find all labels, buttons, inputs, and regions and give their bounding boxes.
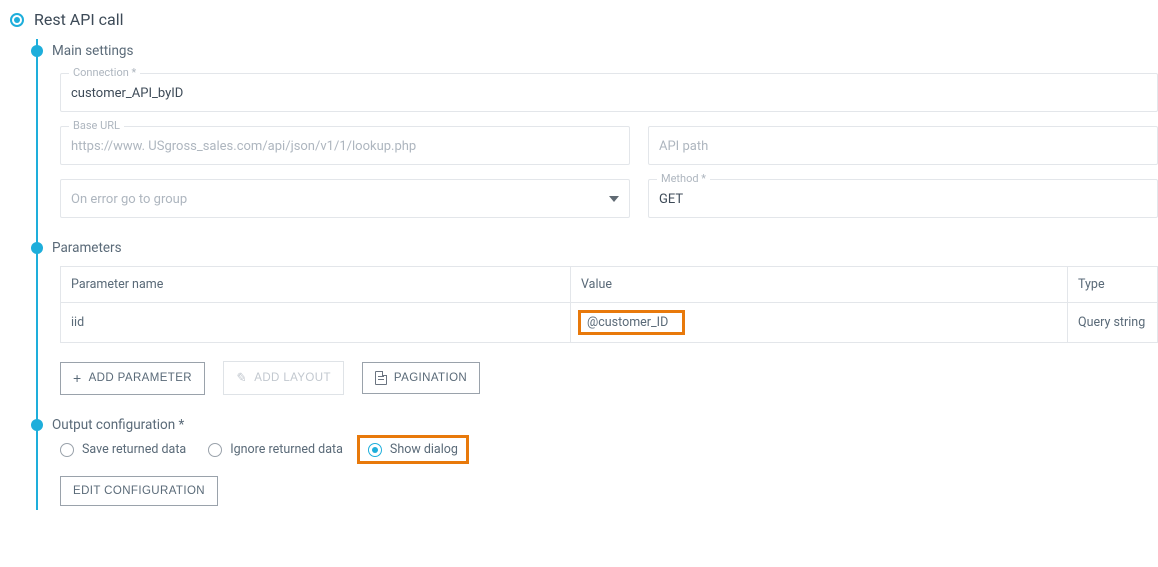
page-title: Rest API call xyxy=(34,10,124,29)
radio-save-label: Save returned data xyxy=(82,442,186,457)
radio-checked-icon xyxy=(368,443,382,457)
param-type-cell[interactable]: Query string xyxy=(1068,303,1158,343)
connection-field[interactable]: Connection * customer_API_byID xyxy=(60,73,1158,112)
param-value-cell[interactable]: @customer_ID xyxy=(571,303,1068,343)
base-url-label: Base URL xyxy=(69,119,124,132)
add-parameter-label: Add parameter xyxy=(89,372,192,384)
radio-save-returned-data[interactable]: Save returned data xyxy=(60,442,186,457)
on-error-value: On error go to group xyxy=(71,192,187,207)
api-path-placeholder: API path xyxy=(659,139,708,154)
col-header-type: Type xyxy=(1068,267,1158,303)
plus-icon xyxy=(73,371,82,386)
pagination-label: Pagination xyxy=(394,372,467,384)
on-error-select[interactable]: On error go to group xyxy=(60,179,630,218)
table-header-row: Parameter name Value Type xyxy=(61,267,1158,303)
method-value: GET xyxy=(659,192,683,207)
col-header-value: Value xyxy=(571,267,1068,303)
section-parameters: Parameters Parameter name Value Type iid… xyxy=(52,236,1158,413)
base-url-field[interactable]: Base URL https://www. USgross_sales.com/… xyxy=(60,126,630,165)
radio-unchecked-icon xyxy=(60,443,74,457)
page-header: Rest API call xyxy=(10,10,1158,29)
col-header-name: Parameter name xyxy=(61,267,571,303)
add-parameter-button[interactable]: Add parameter xyxy=(60,362,205,395)
radio-unchecked-icon xyxy=(208,443,222,457)
section-dot-icon xyxy=(31,419,43,431)
parameters-table: Parameter name Value Type iid @customer_… xyxy=(60,266,1158,343)
edit-configuration-label: Edit configuration xyxy=(73,485,205,497)
add-layout-button: ✎ Add layout xyxy=(223,361,344,395)
page-radio-selected-icon xyxy=(10,13,24,27)
method-label: Method * xyxy=(657,172,710,185)
layout-icon: ✎ xyxy=(235,370,249,386)
connection-label: Connection * xyxy=(69,66,140,79)
vertical-timeline: Main settings Connection * customer_API_… xyxy=(36,39,1158,510)
output-radio-group: Save returned data Ignore returned data … xyxy=(60,439,1158,460)
method-field[interactable]: Method * GET xyxy=(648,179,1158,218)
document-icon xyxy=(375,371,387,385)
section-title-parameters: Parameters xyxy=(52,240,1158,256)
section-dot-icon xyxy=(31,45,43,57)
edit-configuration-button[interactable]: Edit configuration xyxy=(60,476,218,506)
table-row[interactable]: iid @customer_ID Query string xyxy=(61,303,1158,343)
chevron-down-icon xyxy=(609,196,619,202)
section-output-config: Output configuration * Save returned dat… xyxy=(52,413,1158,510)
section-main-settings: Main settings Connection * customer_API_… xyxy=(52,39,1158,236)
radio-ignore-returned-data[interactable]: Ignore returned data xyxy=(208,442,343,457)
radio-show-dialog[interactable]: Show dialog xyxy=(357,435,469,464)
add-layout-label: Add layout xyxy=(254,372,331,384)
connection-value: customer_API_byID xyxy=(71,86,183,101)
section-dot-icon xyxy=(31,242,43,254)
pagination-button[interactable]: Pagination xyxy=(362,362,480,394)
section-title-output: Output configuration * xyxy=(52,417,1158,433)
radio-ignore-label: Ignore returned data xyxy=(230,442,343,457)
section-title-main: Main settings xyxy=(52,43,1158,59)
base-url-placeholder: https://www. USgross_sales.com/api/json/… xyxy=(71,139,416,154)
radio-show-dialog-label: Show dialog xyxy=(390,442,458,457)
api-path-field[interactable]: API path xyxy=(648,126,1158,165)
param-value-highlight: @customer_ID xyxy=(578,310,685,335)
param-name-cell[interactable]: iid xyxy=(61,303,571,343)
